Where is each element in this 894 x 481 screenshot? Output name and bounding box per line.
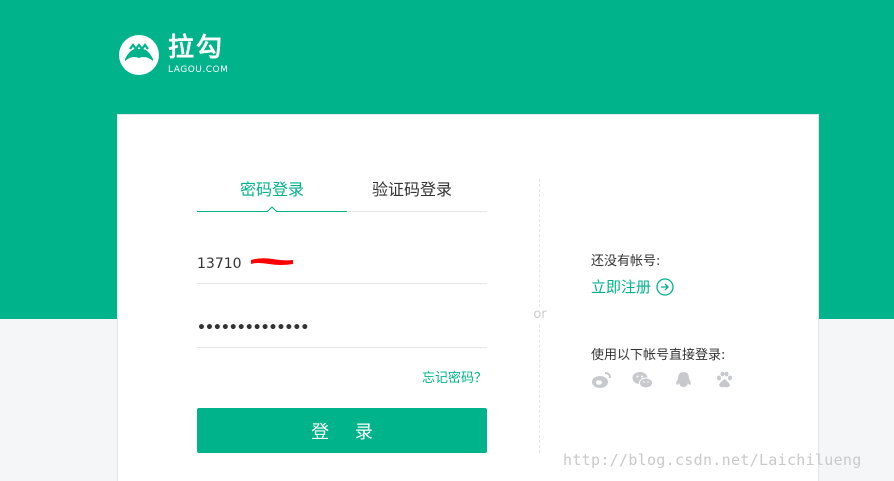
social-login-icons [591,371,755,389]
password-field [197,308,487,348]
login-tabs: 密码登录 验证码登录 [197,177,487,212]
or-separator: or [525,307,555,323]
third-party-login-text: 使用以下帐号直接登录: [591,348,726,363]
arrow-circle-right-icon [656,277,674,296]
wechat-icon[interactable] [632,371,653,389]
no-account-text: 还没有帐号: [591,254,661,269]
login-card: 密码登录 验证码登录 忘记密码？ 登 录 or 还没有帐号: 立即注册 使用以下… [117,114,819,481]
redaction-scribble [251,258,293,265]
register-label: 立即注册 [591,278,652,296]
logo-name-cn: 拉勾 [168,33,225,63]
phone-input[interactable] [197,244,487,283]
logo[interactable]: 拉勾 LAGOU.COM [118,34,228,76]
logo-name-en: LAGOU.COM [168,65,229,75]
register-link[interactable]: 立即注册 [591,276,674,297]
weibo-icon[interactable] [591,371,612,389]
active-tab-caret-icon [267,206,277,212]
forgot-password-link[interactable]: 忘记密码？ [387,367,487,386]
baidu-icon[interactable] [714,371,735,389]
password-input[interactable] [197,308,487,347]
login-button[interactable]: 登 录 [197,408,487,453]
watermark-text: http://blog.csdn.net/Laichilueng [563,451,862,469]
phone-field [197,244,487,284]
tab-sms-login[interactable]: 验证码登录 [337,177,487,211]
logo-icon [119,35,159,75]
qq-icon[interactable] [673,371,694,389]
